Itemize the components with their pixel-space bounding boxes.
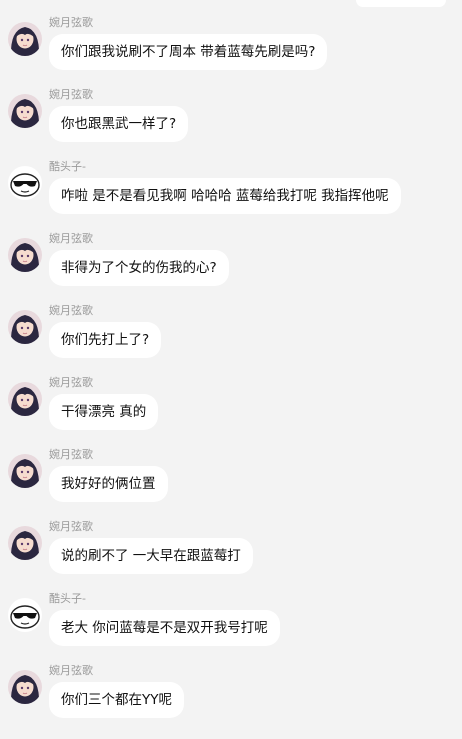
sender-name: 婉月弦歌: [49, 376, 93, 389]
sender-name: 婉月弦歌: [49, 304, 93, 317]
message-bubble[interactable]: 老大 你问蓝莓是不是双开我号打呢: [49, 610, 280, 646]
sender-name: 婉月弦歌: [49, 232, 93, 245]
sender-name: 婉月弦歌: [49, 16, 93, 29]
anime-girl-avatar[interactable]: [8, 310, 42, 344]
anime-girl-avatar[interactable]: [8, 94, 42, 128]
sender-name: 婉月弦歌: [49, 520, 93, 533]
sunglasses-face-avatar[interactable]: [8, 598, 42, 632]
anime-girl-avatar[interactable]: [8, 22, 42, 56]
message-bubble[interactable]: 干得漂亮 真的: [49, 394, 159, 430]
sender-name: 婉月弦歌: [49, 664, 93, 677]
message-bubble[interactable]: 你们三个都在YY呢: [49, 682, 184, 718]
message-bubble[interactable]: 咋啦 是不是看见我啊 哈哈哈 蓝莓给我打呢 我指挥他呢: [49, 178, 401, 214]
message-bubble[interactable]: 你们先打上了?: [49, 322, 162, 358]
sender-name: 婉月弦歌: [49, 88, 93, 101]
sender-name: 婉月弦歌: [49, 448, 93, 461]
anime-girl-avatar[interactable]: [8, 238, 42, 272]
message-bubble[interactable]: 说的刷不了 一大早在跟蓝莓打: [49, 538, 253, 574]
message-bubble[interactable]: 你也跟黑武一样了?: [49, 106, 189, 142]
anime-girl-avatar[interactable]: [8, 382, 42, 416]
message-bubble[interactable]: 你们跟我说刷不了周本 带着蓝莓先刷是吗?: [49, 34, 328, 70]
previous-message-fragment: [356, 0, 446, 7]
sender-name: 酷头子-: [49, 160, 86, 173]
message-bubble[interactable]: 我好好的俩位置: [49, 466, 168, 502]
anime-girl-avatar[interactable]: [8, 454, 42, 488]
anime-girl-avatar[interactable]: [8, 526, 42, 560]
message-bubble[interactable]: 非得为了个女的伤我的心?: [49, 250, 229, 286]
anime-girl-avatar[interactable]: [8, 670, 42, 704]
sender-name: 酷头子-: [49, 592, 86, 605]
sunglasses-face-avatar[interactable]: [8, 166, 42, 200]
